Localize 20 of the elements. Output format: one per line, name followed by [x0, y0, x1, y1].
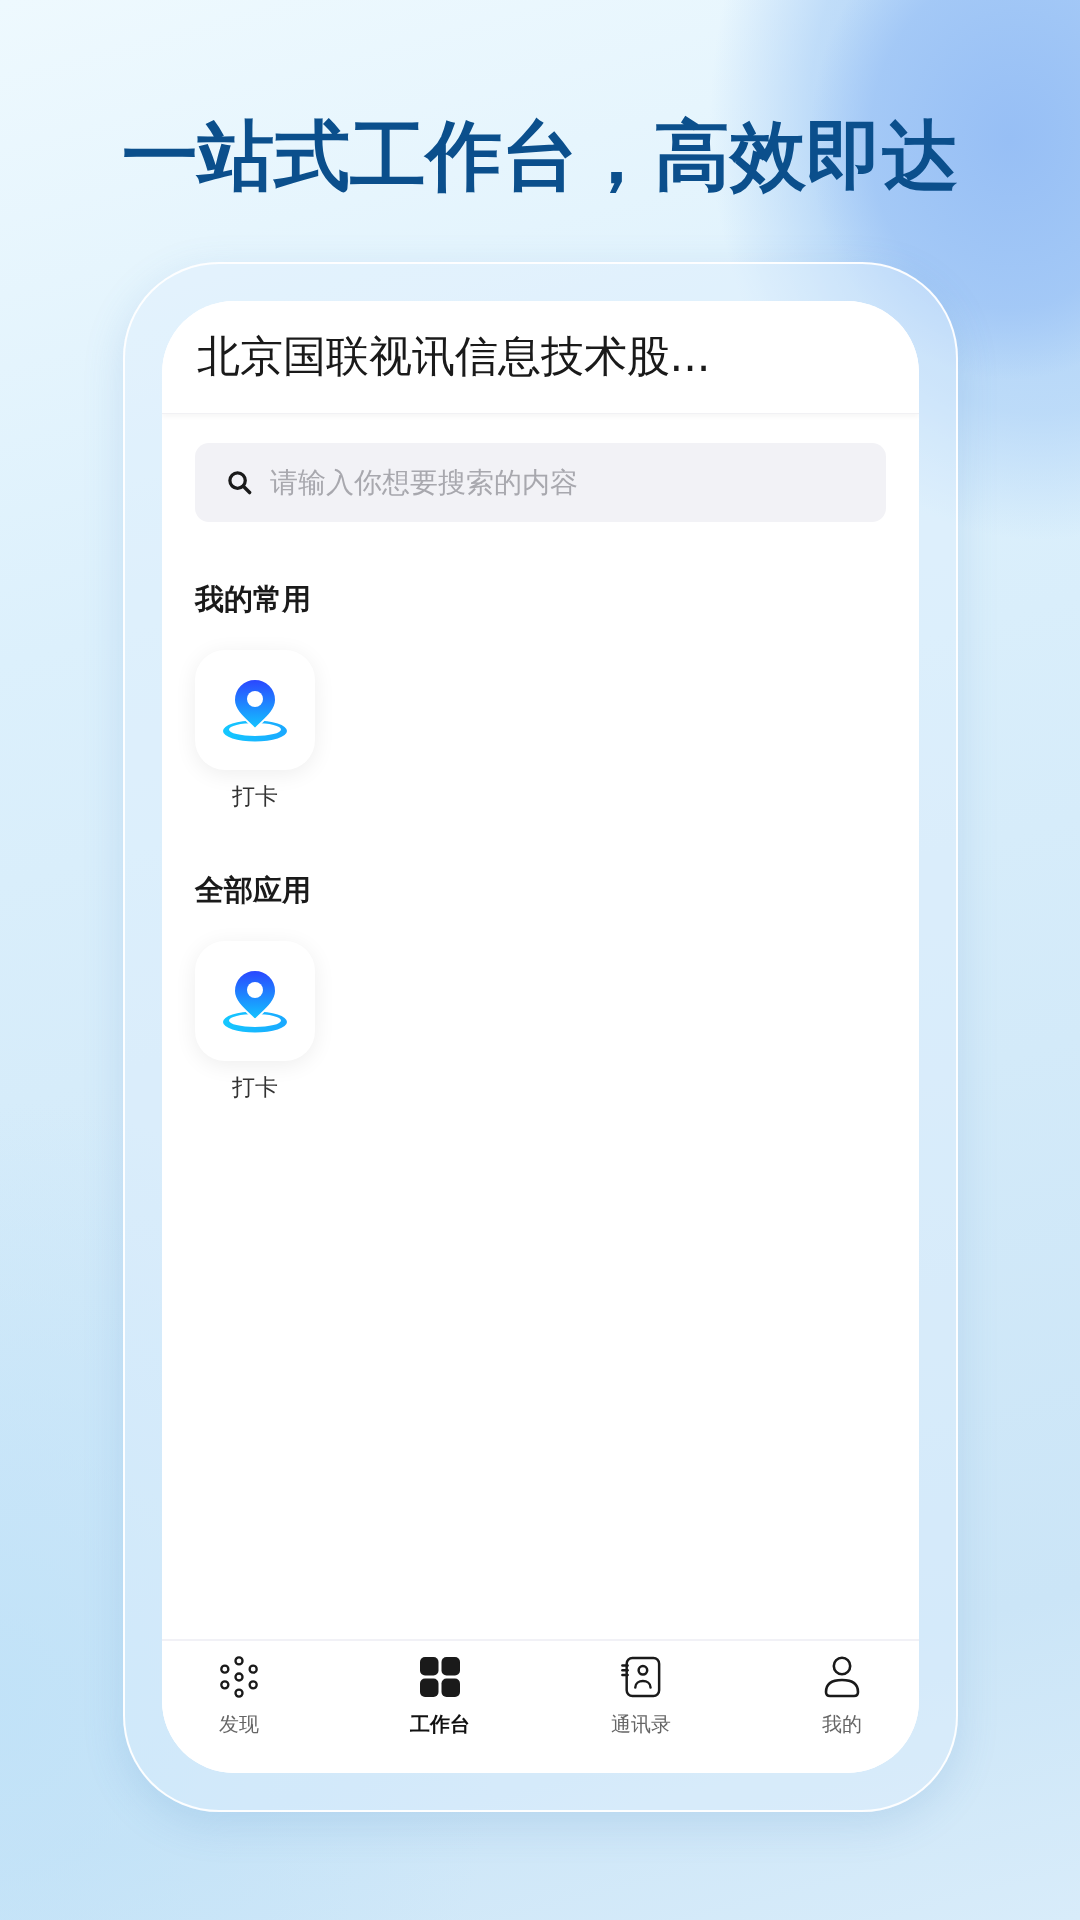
address-book-icon	[619, 1656, 662, 1699]
company-title: 北京国联视讯信息技术股...	[196, 330, 711, 384]
app-label: 打卡	[231, 1073, 278, 1103]
person-icon	[823, 1656, 860, 1699]
dots-cluster-icon	[217, 1656, 260, 1699]
grid-icon	[418, 1656, 461, 1699]
section-title: 我的常用	[194, 581, 311, 619]
location-pin-icon	[221, 969, 288, 1034]
section-title: 全部应用	[194, 872, 311, 910]
headline: 一站式工作台，高效即达	[121, 110, 959, 202]
tab-item[interactable]: 发现	[198, 1641, 279, 1774]
tab-item[interactable]: 我的	[801, 1641, 882, 1774]
tab-item[interactable]: 工作台	[399, 1641, 480, 1774]
location-pin-icon	[221, 678, 288, 743]
search-icon	[226, 470, 252, 496]
app-label: 打卡	[231, 782, 278, 812]
tab-item[interactable]: 通讯录	[600, 1641, 681, 1774]
app-tile[interactable]	[194, 650, 315, 771]
app-tile[interactable]	[194, 941, 315, 1062]
search-field[interactable]: 请输入你想要搜索的内容	[194, 443, 886, 523]
